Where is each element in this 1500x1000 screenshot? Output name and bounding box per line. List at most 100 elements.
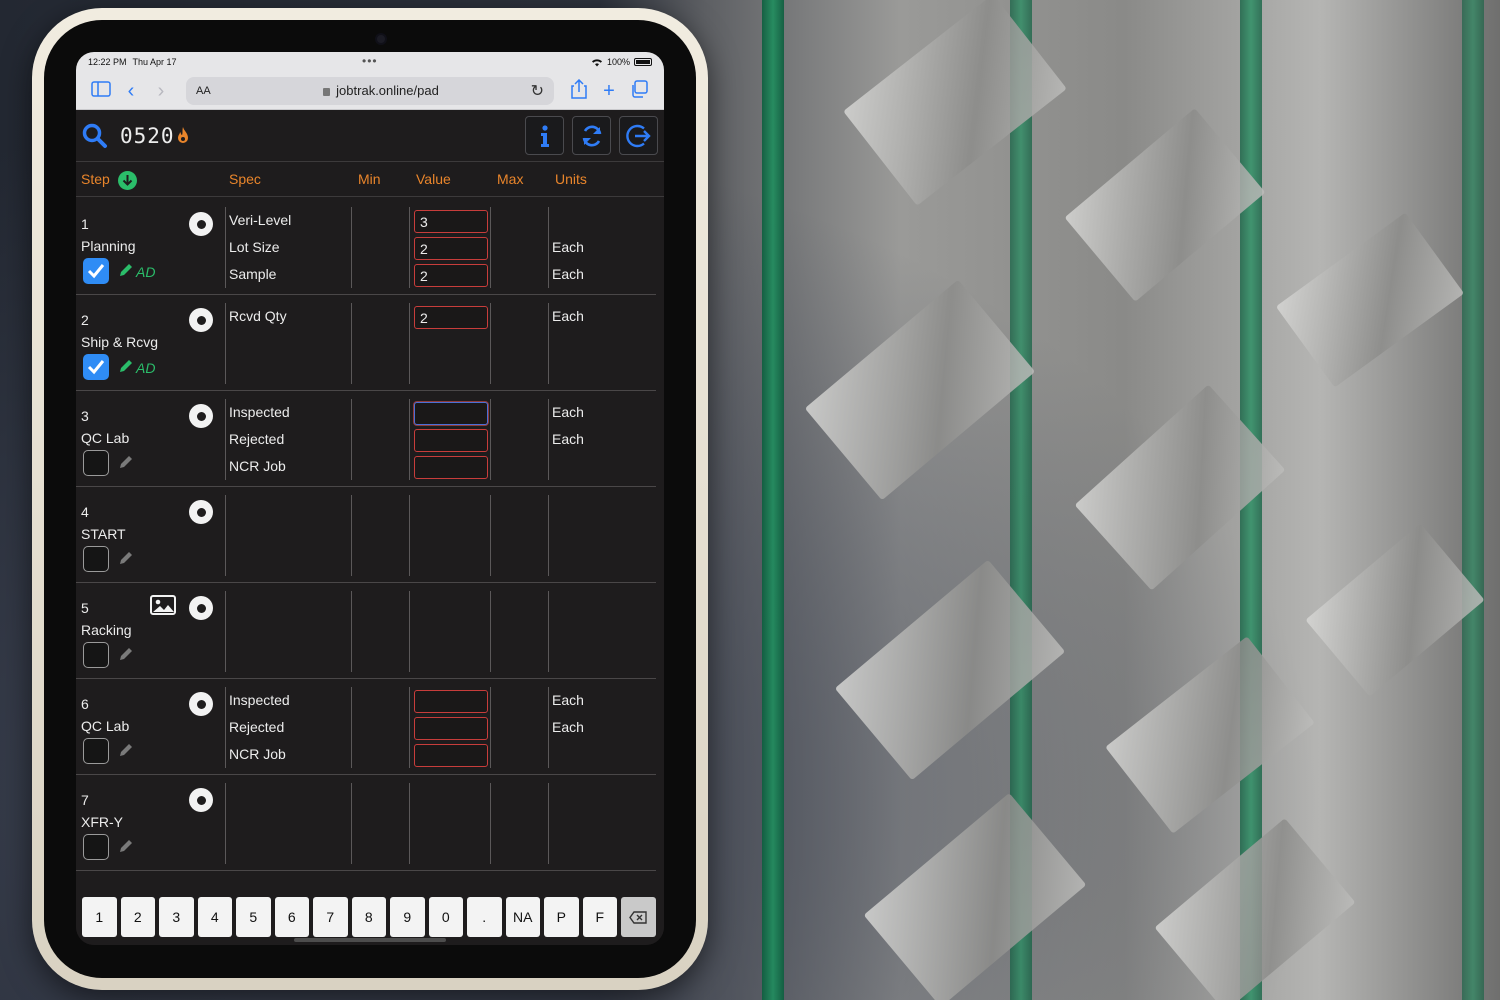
- value-input[interactable]: [414, 402, 488, 425]
- column-divider: [548, 207, 549, 288]
- step-checkbox[interactable]: [83, 642, 109, 668]
- background-block: [863, 792, 1087, 1000]
- column-divider: [351, 783, 352, 864]
- value-input[interactable]: [414, 744, 488, 767]
- keypad-key[interactable]: 7: [313, 897, 348, 937]
- value-input[interactable]: 2: [414, 264, 488, 287]
- job-number: 0520: [120, 123, 175, 148]
- step-checkbox[interactable]: [83, 258, 109, 284]
- keypad-key[interactable]: 9: [390, 897, 425, 937]
- unit-label: Each: [552, 266, 584, 282]
- reader-aa-button[interactable]: AA: [196, 85, 236, 97]
- battery-icon: [634, 58, 652, 66]
- pen-icon[interactable]: [118, 838, 134, 854]
- unit-label: Each: [552, 692, 584, 708]
- keypad-key[interactable]: 1: [82, 897, 117, 937]
- step-row: 5 Racking: [76, 583, 656, 679]
- step-checkbox[interactable]: [83, 354, 109, 380]
- column-divider: [548, 687, 549, 768]
- spec-label: Rcvd Qty: [229, 308, 287, 324]
- step-name: Planning: [81, 238, 136, 254]
- address-bar[interactable]: AA jobtrak.online/pad ↻: [186, 76, 554, 105]
- new-tab-icon[interactable]: +: [594, 81, 624, 101]
- step-row: 6 QC Lab Inspected Rejected NCR Job Each Each: [76, 679, 656, 775]
- logout-button[interactable]: [619, 116, 658, 155]
- search-icon[interactable]: [82, 123, 108, 149]
- pen-icon[interactable]: [118, 550, 134, 566]
- keypad-key[interactable]: F: [582, 897, 617, 937]
- keypad-key[interactable]: 3: [159, 897, 194, 937]
- forward-button[interactable]: ›: [146, 81, 176, 101]
- refresh-button[interactable]: [572, 116, 611, 155]
- image-icon[interactable]: [150, 595, 176, 615]
- col-step[interactable]: Step: [81, 171, 110, 187]
- share-icon[interactable]: [564, 78, 594, 103]
- value-input[interactable]: [414, 429, 488, 452]
- step-row: 1 Planning AD Veri-Level Lot Size Sample 3 2 2 Ea…: [76, 199, 656, 295]
- background-block: [1275, 212, 1465, 388]
- radio-icon[interactable]: [189, 212, 213, 236]
- column-divider: [409, 591, 410, 672]
- backspace-icon[interactable]: [621, 897, 656, 937]
- step-checkbox[interactable]: [83, 834, 109, 860]
- column-divider: [490, 687, 491, 768]
- col-value: Value: [416, 171, 451, 187]
- step-list: 1 Planning AD Veri-Level Lot Size Sample 3 2 2 Ea…: [76, 197, 664, 887]
- back-button[interactable]: ‹: [116, 81, 146, 101]
- step-checkbox[interactable]: [83, 546, 109, 572]
- keypad-key[interactable]: P: [544, 897, 579, 937]
- value-input[interactable]: 2: [414, 237, 488, 260]
- column-divider: [351, 207, 352, 288]
- wifi-icon: [591, 58, 602, 66]
- keypad-key[interactable]: 5: [236, 897, 271, 937]
- radio-icon[interactable]: [189, 692, 213, 716]
- info-button[interactable]: [525, 116, 564, 155]
- sidebar-icon[interactable]: [86, 80, 116, 101]
- unit-label: Each: [552, 239, 584, 255]
- keypad-key[interactable]: 6: [274, 897, 309, 937]
- background-block: [1154, 818, 1356, 1000]
- value-input[interactable]: [414, 456, 488, 479]
- step-row: 2 Ship & Rcvg AD Rcvd Qty 2 Each: [76, 295, 656, 391]
- url-text: jobtrak.online/pad: [336, 83, 439, 98]
- column-divider: [490, 783, 491, 864]
- column-divider: [490, 207, 491, 288]
- background-block: [1305, 523, 1485, 697]
- radio-icon[interactable]: [189, 308, 213, 332]
- column-divider: [225, 591, 226, 672]
- reload-icon[interactable]: ↻: [526, 81, 544, 101]
- step-checkbox[interactable]: [83, 450, 109, 476]
- status-date: Thu Apr 17: [132, 57, 177, 67]
- url-field[interactable]: jobtrak.online/pad: [236, 83, 526, 98]
- keypad-key[interactable]: 8: [351, 897, 386, 937]
- pen-icon[interactable]: [118, 742, 134, 758]
- keypad-key[interactable]: 2: [120, 897, 155, 937]
- keypad-key[interactable]: 0: [428, 897, 463, 937]
- radio-icon[interactable]: [189, 500, 213, 524]
- pen-icon[interactable]: [118, 646, 134, 662]
- column-divider: [409, 303, 410, 384]
- flame-icon: [177, 127, 188, 143]
- value-input[interactable]: [414, 690, 488, 713]
- keypad-key[interactable]: NA: [505, 897, 540, 937]
- keypad-key[interactable]: 4: [197, 897, 232, 937]
- radio-icon[interactable]: [189, 404, 213, 428]
- front-camera: [375, 33, 387, 45]
- keypad-key[interactable]: .: [467, 897, 502, 937]
- info-icon: [540, 124, 549, 147]
- radio-icon[interactable]: [189, 788, 213, 812]
- check-circle-icon[interactable]: [118, 171, 137, 190]
- multitask-dots[interactable]: •••: [362, 54, 378, 68]
- value-input[interactable]: 2: [414, 306, 488, 329]
- column-divider: [409, 687, 410, 768]
- step-checkbox[interactable]: [83, 738, 109, 764]
- pen-icon[interactable]: [118, 454, 134, 470]
- col-min: Min: [358, 171, 381, 187]
- pen-icon[interactable]: [118, 358, 134, 374]
- value-input[interactable]: [414, 717, 488, 740]
- value-input[interactable]: 3: [414, 210, 488, 233]
- radio-icon[interactable]: [189, 596, 213, 620]
- pen-icon[interactable]: [118, 262, 134, 278]
- tabs-overview-icon[interactable]: [624, 79, 654, 102]
- column-divider: [490, 399, 491, 480]
